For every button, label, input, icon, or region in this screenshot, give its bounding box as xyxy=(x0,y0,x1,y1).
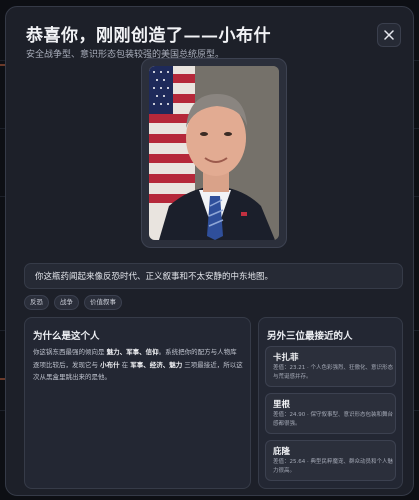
match-name: 里根 xyxy=(273,400,291,410)
match-card-1[interactable]: 卡扎菲 差值：23.21 · 个人色彩强烈、狂傲化、意识形态与荒诞感并存。 xyxy=(265,346,396,387)
quote-text: 你这瓶药闻起来像反恐时代、正义叙事和不太安静的中东地图。 xyxy=(35,272,274,282)
why-part-bold: 小布什 xyxy=(100,360,120,369)
tag-list: 反恐 战争 价值叙事 xyxy=(24,295,122,310)
matches-panel: 另外三位最接近的人 卡扎菲 差值：23.21 · 个人色彩强烈、狂傲化、意识形态… xyxy=(258,317,403,489)
portrait-photo xyxy=(149,66,279,240)
portrait-frame xyxy=(141,58,287,248)
close-icon xyxy=(384,30,394,40)
match-card-3[interactable]: 庇隆 差值：25.64 · 典型民粹魔宠、群众动员和个人魅力很高。 xyxy=(265,440,396,481)
result-quote: 你这瓶药闻起来像反恐时代、正义叙事和不太安静的中东地图。 xyxy=(24,263,403,289)
why-panel: 为什么是这个人 你这锅东西最强的倾向是 魅力、军事、信仰。系统把你的配方与人物库… xyxy=(24,317,251,489)
result-modal: 恭喜你，刚刚创造了——小布什 安全战争型、意识形态包装较强的美国总统原型。 你这… xyxy=(5,6,414,496)
modal-title: 恭喜你，刚刚创造了——小布什 xyxy=(26,26,271,46)
why-part-bold: 军事、经济、魅力 xyxy=(130,360,183,369)
matches-title: 另外三位最接近的人 xyxy=(267,331,353,342)
why-title: 为什么是这个人 xyxy=(33,331,100,342)
why-text: 你这锅东西最强的倾向是 魅力、军事、信仰。系统把你的配方与人物库逐项比较后，发现… xyxy=(33,346,243,384)
match-desc: 差值：25.64 · 典型民粹魔宠、群众动员和个人魅力很高。 xyxy=(273,459,393,474)
why-part: 在 xyxy=(119,360,131,369)
why-part-bold: 魅力、军事、信仰 xyxy=(106,348,159,356)
match-desc: 差值：23.21 · 个人色彩强烈、狂傲化、意识形态与荒诞感并存。 xyxy=(273,365,393,380)
tag: 战争 xyxy=(54,295,79,310)
match-name: 庇隆 xyxy=(273,447,291,457)
why-part: 你这锅东西最强的倾向是 xyxy=(33,348,107,356)
match-name: 卡扎菲 xyxy=(273,353,299,363)
match-desc: 差值：24.90 · 保守叙事型、意识形态包装和舞台感都很强。 xyxy=(273,412,393,427)
match-card-2[interactable]: 里根 差值：24.90 · 保守叙事型、意识形态包装和舞台感都很强。 xyxy=(265,393,396,434)
tag: 价值叙事 xyxy=(84,295,122,310)
tag: 反恐 xyxy=(24,295,49,310)
close-button[interactable] xyxy=(377,23,401,47)
